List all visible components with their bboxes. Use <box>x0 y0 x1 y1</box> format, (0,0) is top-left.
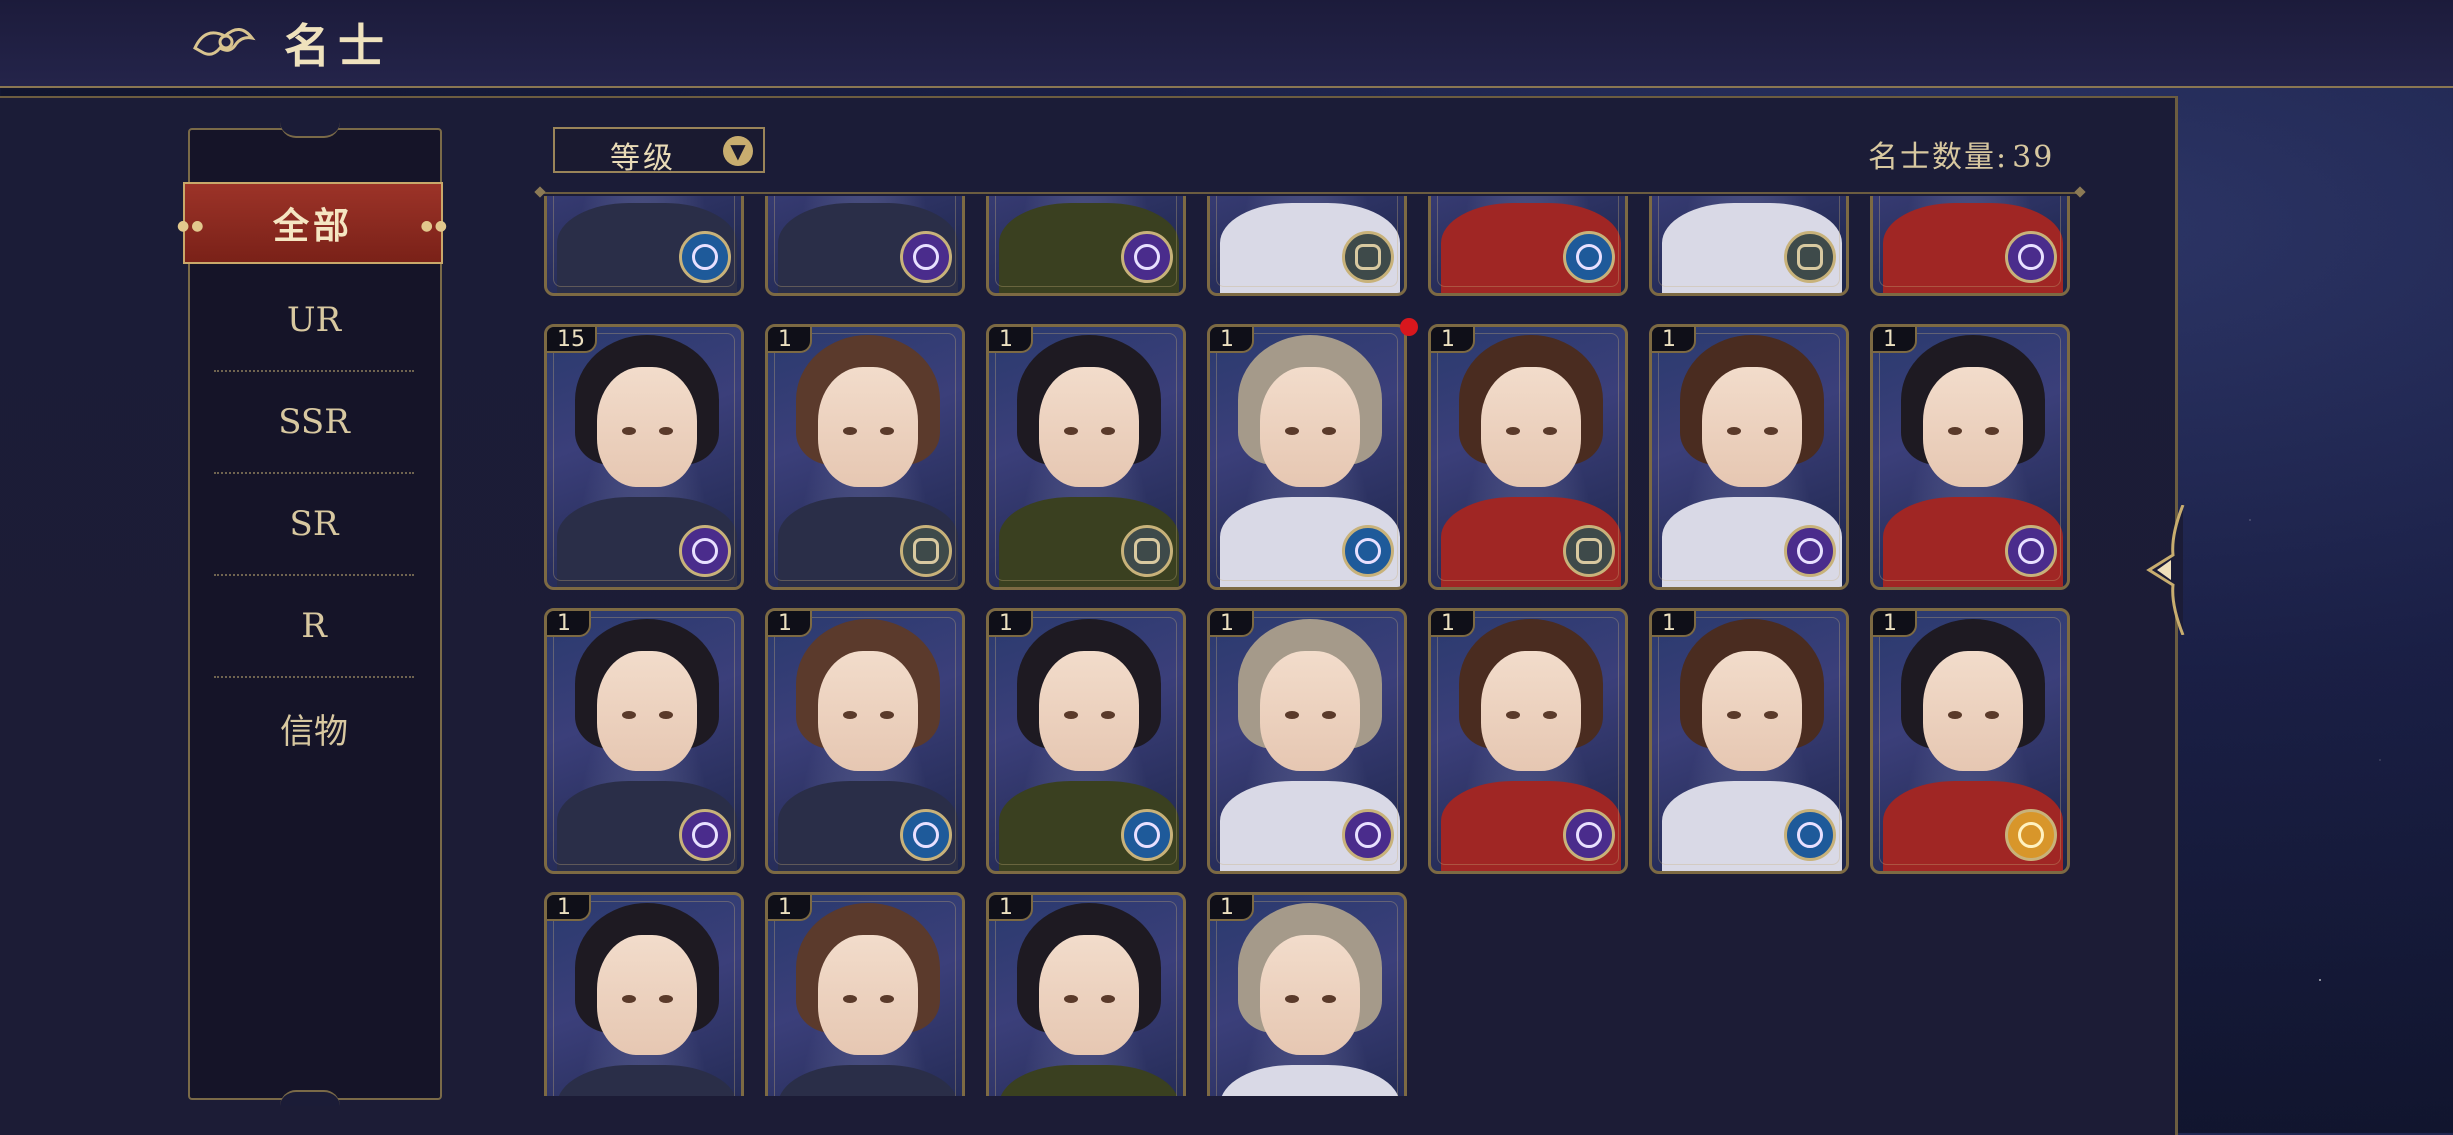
hero-card[interactable]: 1 <box>1649 324 1849 590</box>
faction-emblem-icon <box>679 525 731 577</box>
category-tab-label: SSR <box>278 402 350 442</box>
hero-card[interactable] <box>1870 196 2070 296</box>
hero-card[interactable]: 1 <box>765 608 965 874</box>
hero-level-badge: 1 <box>1873 611 1917 637</box>
hero-level-badge: 1 <box>1431 611 1475 637</box>
hero-level-badge: 15 <box>547 327 597 353</box>
faction-emblem-icon <box>1342 525 1394 577</box>
hero-card[interactable]: 1 <box>1870 324 2070 590</box>
hero-level-badge: 1 <box>1210 611 1254 637</box>
faction-emblem-icon <box>2005 231 2057 283</box>
sort-dropdown[interactable]: 等级 ▼ <box>553 127 765 176</box>
hero-card[interactable]: 1 <box>1428 324 1628 590</box>
hero-count-label: 名士数量: <box>1868 140 2009 175</box>
hero-card[interactable]: 1 <box>1870 608 2070 874</box>
hero-card[interactable] <box>986 196 1186 296</box>
hero-level-badge: 1 <box>1652 327 1696 353</box>
hero-count: 名士数量: 39 <box>1868 132 2054 176</box>
hero-card[interactable]: 1 <box>765 324 965 590</box>
ornament-dots-icon: ●● <box>420 218 449 234</box>
hero-card[interactable] <box>1207 196 1407 296</box>
hero-card[interactable]: 1 <box>986 324 1186 590</box>
hero-card[interactable] <box>765 196 965 296</box>
faction-emblem-icon <box>679 809 731 861</box>
hero-level-badge: 1 <box>989 611 1033 637</box>
category-tab-r[interactable]: R <box>214 576 414 678</box>
hero-level-badge: 1 <box>768 895 812 921</box>
hero-card[interactable]: 1 <box>1207 324 1407 590</box>
hero-card[interactable]: 1 <box>1207 892 1407 1096</box>
faction-emblem-icon <box>679 231 731 283</box>
page-title: 名士 <box>284 19 392 73</box>
hero-card[interactable]: 1 <box>544 608 744 874</box>
sidebar-ornament-bottom <box>280 1090 340 1106</box>
hero-portrait <box>768 895 962 1096</box>
category-tab-sr[interactable]: SR <box>214 474 414 576</box>
header-divider <box>540 192 2080 194</box>
faction-emblem-icon <box>900 525 952 577</box>
hero-level-badge: 1 <box>547 611 591 637</box>
hero-card[interactable] <box>1649 196 1849 296</box>
hero-card-grid[interactable]: 15 1 1 1 1 1 1 1 1 1 1 1 1 1 1 1 1 1 <box>540 196 2080 1096</box>
hero-level-badge: 1 <box>1652 611 1696 637</box>
hero-card[interactable]: 1 <box>1207 608 1407 874</box>
category-tab-label: SR <box>289 504 339 544</box>
hero-portrait <box>1210 895 1404 1096</box>
cloud-emblem-icon <box>193 28 256 56</box>
category-tab-label: R <box>301 606 327 646</box>
hero-level-badge: 1 <box>1210 895 1254 921</box>
sidebar-ornament-top <box>280 122 340 138</box>
hero-count-value: 39 <box>2012 140 2055 175</box>
hero-card[interactable] <box>1428 196 1628 296</box>
title-bar: 名士 <box>0 0 2453 88</box>
category-tab-label: UR <box>286 300 342 340</box>
faction-emblem-icon <box>1784 525 1836 577</box>
hero-card[interactable]: 15 <box>544 324 744 590</box>
category-tab-all[interactable]: ●● 全部 ●● <box>177 182 447 264</box>
hero-card[interactable]: 1 <box>1649 608 1849 874</box>
category-tab-ssr[interactable]: SSR <box>214 372 414 474</box>
category-tab-ur[interactable]: UR <box>214 270 414 372</box>
faction-emblem-icon <box>1563 809 1615 861</box>
hero-card[interactable]: 1 <box>1428 608 1628 874</box>
hero-level-badge: 1 <box>1873 327 1917 353</box>
faction-emblem-icon <box>1563 231 1615 283</box>
faction-emblem-icon <box>1342 231 1394 283</box>
category-tab-token[interactable]: 信物 <box>214 678 414 778</box>
faction-emblem-icon <box>1121 231 1173 283</box>
hero-level-badge: 1 <box>547 895 591 921</box>
hero-card[interactable] <box>544 196 744 296</box>
hero-level-badge: 1 <box>768 611 812 637</box>
faction-emblem-icon <box>1784 809 1836 861</box>
chevron-down-icon: ▼ <box>723 136 753 166</box>
hero-portrait <box>989 895 1183 1096</box>
faction-emblem-icon <box>900 231 952 283</box>
faction-emblem-icon <box>2005 525 2057 577</box>
faction-emblem-icon <box>1563 525 1615 577</box>
hero-card[interactable]: 1 <box>986 608 1186 874</box>
sort-dropdown-label: 等级 <box>610 141 676 176</box>
faction-emblem-icon <box>900 809 952 861</box>
hero-card[interactable]: 1 <box>544 892 744 1096</box>
hero-level-badge: 1 <box>768 327 812 353</box>
hero-portrait <box>547 895 741 1096</box>
hero-card[interactable]: 1 <box>986 892 1186 1096</box>
hero-level-badge: 1 <box>989 895 1033 921</box>
faction-emblem-icon <box>1121 809 1173 861</box>
faction-emblem-icon <box>1784 231 1836 283</box>
hero-level-badge: 1 <box>1210 327 1254 353</box>
faction-emblem-icon <box>2005 809 2057 861</box>
category-tab-label: 信物 <box>280 711 348 752</box>
ornament-dots-icon: ●● <box>177 218 206 234</box>
category-tab-label: 全部 <box>272 205 353 247</box>
faction-emblem-icon <box>1121 525 1173 577</box>
hero-card[interactable]: 1 <box>765 892 965 1096</box>
collapse-arrow-icon[interactable] <box>2143 505 2187 635</box>
new-indicator-dot <box>1400 318 1418 336</box>
hero-level-badge: 1 <box>1431 327 1475 353</box>
faction-emblem-icon <box>1342 809 1394 861</box>
hero-level-badge: 1 <box>989 327 1033 353</box>
